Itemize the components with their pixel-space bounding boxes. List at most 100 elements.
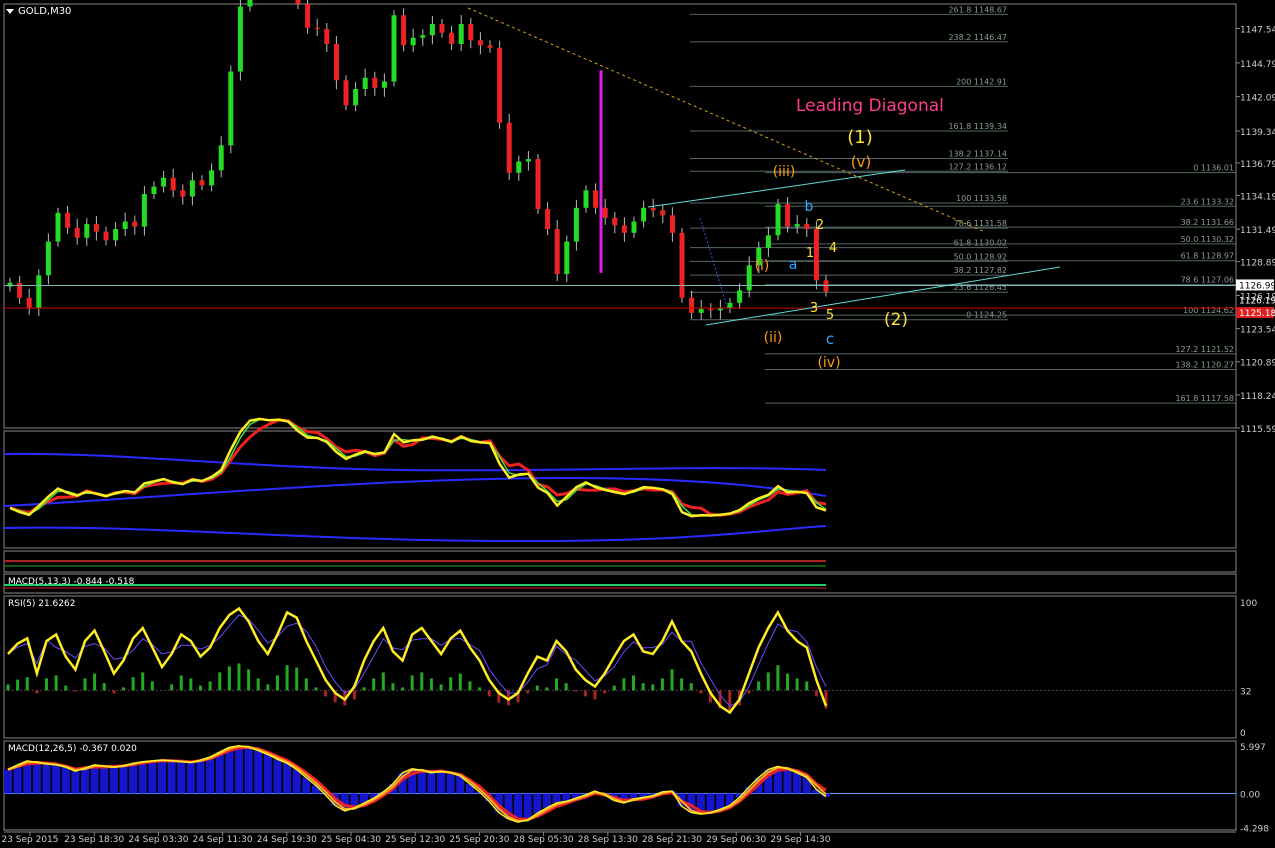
fib-level-label: 138.2 1137.14 <box>948 150 1007 159</box>
fib-level-label: 100 1124.62 <box>1183 306 1234 315</box>
rsi-histogram-bar <box>295 667 299 691</box>
macd-histogram-bar <box>80 768 89 794</box>
triangle-down-icon[interactable] <box>6 9 14 14</box>
candle-body <box>708 309 714 311</box>
rsi-histogram-bar <box>266 684 270 691</box>
rsi-histogram-bar <box>458 673 462 691</box>
candle-body <box>823 280 829 292</box>
fib-level-label: 127.2 1121.52 <box>1175 345 1234 354</box>
price-tick-label: 1136.79 <box>1240 160 1275 170</box>
bid-price-label: 1126.19 <box>1239 296 1275 306</box>
rsi-histogram-bar <box>381 672 385 691</box>
fib-level-label: 238.2 1146.47 <box>948 33 1007 42</box>
macd-histogram-bar <box>292 769 301 794</box>
rsi-line <box>7 606 828 715</box>
time-tick-label: 28 Sep 13:30 <box>578 835 638 845</box>
rsi-histogram-bar <box>766 672 770 691</box>
time-tick-label: 28 Sep 21:30 <box>642 835 702 845</box>
price-tick-label: 1120.89 <box>1240 359 1275 369</box>
price-tick-label: 1139.34 <box>1240 128 1275 138</box>
macd-histogram-bar <box>138 761 147 794</box>
fib-level-label: 261.8 1148.67 <box>948 5 1007 14</box>
macd-histogram-bar <box>157 760 166 794</box>
wave-label-n2: 2 <box>816 218 824 233</box>
rsi-histogram-bar <box>429 678 433 691</box>
rsi-histogram-bar <box>641 683 645 691</box>
rsi-histogram-bar <box>535 685 539 691</box>
candle-body <box>362 77 368 90</box>
macd-histogram-bar <box>196 760 205 794</box>
macd-histogram-bar <box>254 750 263 794</box>
candle-body <box>660 210 666 216</box>
candle-body <box>353 89 359 106</box>
rsi-histogram-bar <box>198 685 202 691</box>
macd-histogram-bar <box>225 747 234 794</box>
macd-histogram-bar <box>129 763 138 794</box>
upper-band <box>3 452 827 472</box>
chart-window: 1147.54 1144.79 1142.09 1139.34 1136.79 1134.… <box>0 0 1275 848</box>
candle-body <box>381 81 387 88</box>
candle-body <box>324 29 330 45</box>
candle-body <box>669 215 675 233</box>
rsi-histogram-bar <box>555 678 559 691</box>
candles <box>7 0 829 320</box>
wave-label-c: c <box>826 330 834 348</box>
candle-body <box>535 159 541 210</box>
candle-body <box>765 235 771 248</box>
candle-body <box>305 4 311 28</box>
candle-body <box>727 302 733 308</box>
candle-body <box>593 190 599 208</box>
rsi-histogram-bar <box>795 678 799 691</box>
candle-body <box>573 207 579 242</box>
rsi-histogram-bar <box>121 687 125 691</box>
lower-band <box>3 525 827 543</box>
candle-body <box>794 224 800 227</box>
candle-body <box>813 229 819 281</box>
macd-histogram-bar <box>523 793 532 820</box>
candle-body <box>122 221 128 230</box>
rsi-histogram-bar <box>208 681 212 691</box>
price-chart[interactable]: 1147.54 1144.79 1142.09 1139.34 1136.79 1134.… <box>0 0 1275 848</box>
rsi-histogram-bar <box>468 681 472 691</box>
rsi-label: RSI(5) 21.6262 <box>8 599 76 609</box>
wave-label-one_major: (1) <box>847 127 873 148</box>
macd-histogram-bar <box>793 772 802 794</box>
rsi-histogram-bar <box>593 690 597 700</box>
macd-histogram-bar <box>61 767 70 794</box>
symbol-label: GOLD,M30 <box>18 6 72 17</box>
candle-body <box>314 27 320 30</box>
rsi-histogram-bar <box>247 669 251 691</box>
price-tick-label: 1134.19 <box>1240 192 1275 202</box>
rsi-axis-label: 32 <box>1240 687 1251 697</box>
candle-body <box>170 177 176 191</box>
macd-histogram-bar <box>177 761 186 794</box>
rsi-histogram-bar <box>112 690 116 694</box>
rsi-histogram-bar <box>83 678 87 691</box>
fib-level-label: 0 1136.01 <box>1193 164 1234 173</box>
macd-histogram-bar <box>52 764 61 794</box>
wave-label-n5: 5 <box>826 308 834 323</box>
time-tick-label: 24 Sep 03:30 <box>128 835 188 845</box>
fib-level-label: 23.6 1133.32 <box>1181 197 1234 206</box>
candle-body <box>295 0 301 4</box>
rsi-histogram-bar <box>256 678 260 691</box>
price-tick-label: 1131.49 <box>1240 226 1275 236</box>
rsi-histogram-bar <box>179 675 183 691</box>
rsi-histogram-bar <box>16 679 20 691</box>
rsi-histogram-bar <box>362 687 366 691</box>
rsi-histogram-bar <box>670 669 674 691</box>
wave-label-ii: (ii) <box>764 330 783 346</box>
wave-label-v: (v) <box>851 153 872 171</box>
rsi-histogram-bar <box>189 678 193 691</box>
candle-body <box>7 282 13 287</box>
rsi-histogram-bar <box>583 690 587 697</box>
macd-axis-label: 0.00 <box>1240 790 1260 800</box>
macd-histogram-bar <box>109 767 118 794</box>
macd-histogram-bar <box>446 772 455 794</box>
macd-histogram-bar <box>42 764 51 794</box>
candle-body <box>218 145 224 171</box>
rsi-histogram-bar <box>314 687 318 691</box>
rsi-histogram-bar <box>680 678 684 691</box>
candle-body <box>132 221 138 227</box>
candle-body <box>698 309 704 313</box>
